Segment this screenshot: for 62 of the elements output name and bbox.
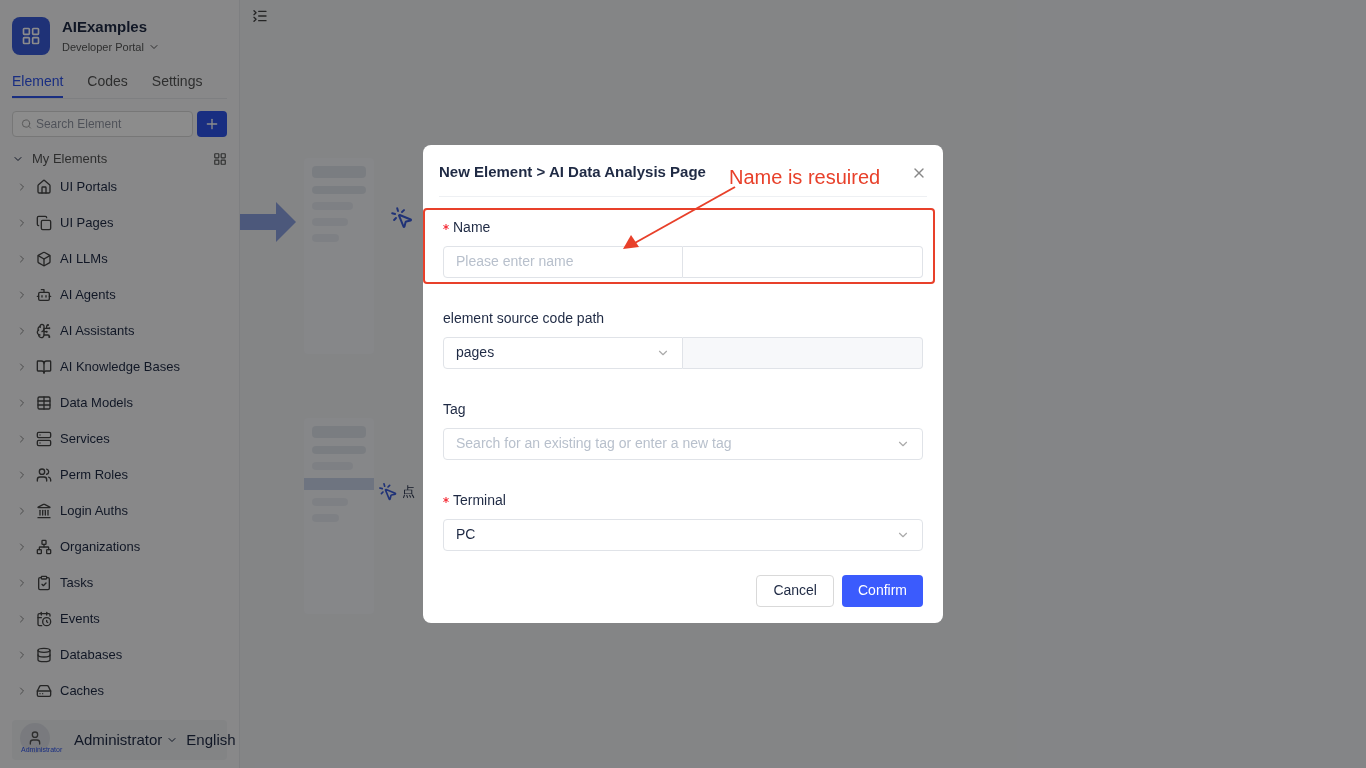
click-cursor-icon bbox=[390, 206, 414, 230]
tree-item[interactable]: Data Models bbox=[60, 393, 133, 413]
category-icon bbox=[36, 359, 52, 375]
path-input[interactable] bbox=[683, 336, 923, 369]
language-button[interactable]: English bbox=[186, 728, 236, 752]
dialog-title: New Element > AI Data Analysis Page bbox=[439, 162, 706, 183]
select-field[interactable]: PC bbox=[443, 518, 923, 551]
category-icon bbox=[36, 539, 52, 555]
tree-item[interactable]: AI Knowledge Bases bbox=[60, 357, 180, 377]
click-cursor-icon bbox=[378, 482, 398, 502]
field-label: Name bbox=[453, 217, 491, 237]
app-logo-icon bbox=[12, 16, 50, 55]
tree-item[interactable]: UI Pages bbox=[60, 213, 114, 233]
tree-item[interactable]: AI Assistants bbox=[60, 321, 135, 341]
field-label: element source code path bbox=[443, 308, 605, 328]
sidebar-tab[interactable]: Settings bbox=[151, 71, 203, 98]
tree-item[interactable]: Events bbox=[60, 609, 100, 629]
tree-root-label: My Elements bbox=[32, 150, 109, 169]
layout-icon[interactable] bbox=[213, 152, 227, 166]
search-field[interactable]: Search Element bbox=[12, 111, 193, 137]
app-name: AIExamples bbox=[62, 17, 149, 37]
hint-text: 点 bbox=[402, 483, 415, 501]
tree-item[interactable]: Login Auths bbox=[60, 501, 128, 521]
search-input[interactable]: Search Element bbox=[35, 115, 184, 133]
field-label: Tag bbox=[443, 399, 466, 419]
arrow-icon bbox=[240, 202, 296, 242]
tree-item[interactable]: Caches bbox=[60, 681, 105, 701]
category-icon bbox=[36, 215, 52, 231]
collapse-sidebar-icon[interactable] bbox=[252, 8, 268, 24]
cancel-button[interactable]: Cancel bbox=[756, 574, 834, 607]
tree-item[interactable]: Services bbox=[60, 429, 110, 449]
category-icon bbox=[36, 611, 52, 627]
category-icon bbox=[36, 287, 52, 303]
category-icon bbox=[36, 683, 52, 699]
name-input[interactable]: Please enter name bbox=[443, 245, 683, 278]
category-icon bbox=[36, 575, 52, 591]
tree-item[interactable]: Perm Roles bbox=[60, 465, 128, 485]
sidebar-tab[interactable]: Element bbox=[12, 71, 64, 98]
category-icon bbox=[36, 251, 52, 267]
tree-item[interactable]: UI Portals bbox=[60, 177, 118, 197]
category-icon bbox=[36, 323, 52, 339]
field-label: Terminal bbox=[453, 490, 506, 510]
category-icon bbox=[36, 467, 52, 483]
user-dropdown[interactable]: Administrator bbox=[74, 728, 179, 752]
category-icon bbox=[36, 647, 52, 663]
tree-item[interactable]: Tasks bbox=[60, 573, 94, 593]
search-icon bbox=[21, 118, 32, 130]
category-icon bbox=[36, 395, 52, 411]
category-icon bbox=[36, 503, 52, 519]
plus-icon bbox=[204, 116, 220, 132]
tree-item[interactable]: AI LLMs bbox=[60, 249, 108, 269]
confirm-button[interactable]: Confirm bbox=[842, 574, 923, 607]
tree-item[interactable]: Organizations bbox=[60, 537, 141, 557]
category-icon bbox=[36, 431, 52, 447]
tree-item[interactable]: Databases bbox=[60, 645, 123, 665]
sidebar-tab[interactable]: Codes bbox=[87, 71, 128, 98]
name-suffix-input[interactable] bbox=[683, 245, 923, 278]
path-select[interactable]: pages bbox=[443, 336, 683, 369]
portal-dropdown[interactable]: Developer Portal bbox=[62, 38, 160, 55]
add-button[interactable] bbox=[197, 111, 227, 137]
tree-item[interactable]: AI Agents bbox=[60, 285, 116, 305]
category-icon bbox=[36, 179, 52, 195]
